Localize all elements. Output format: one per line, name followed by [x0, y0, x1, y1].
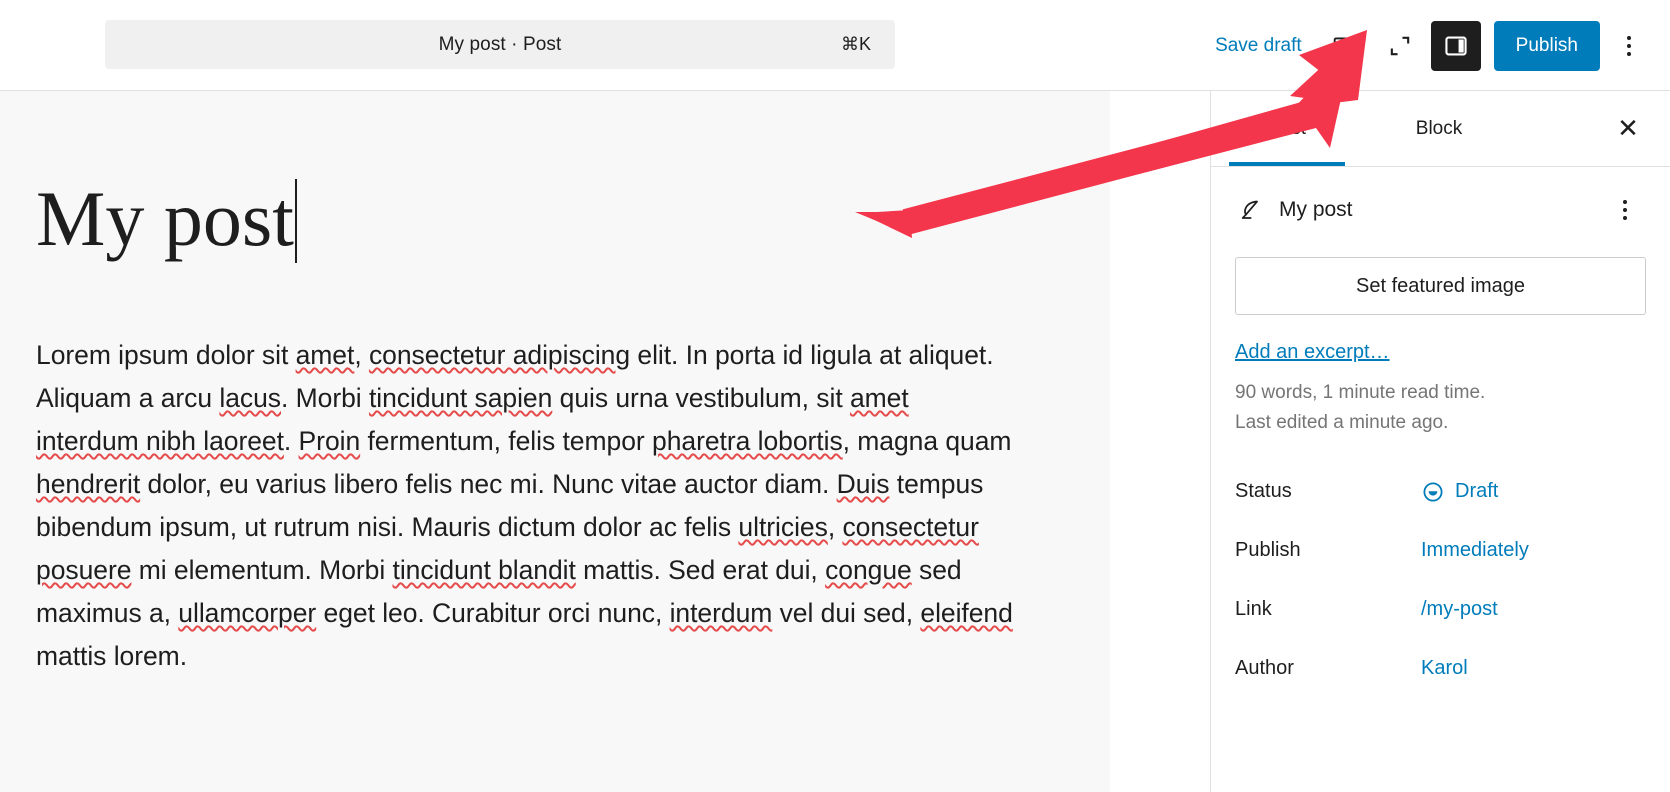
paragraph-text: mattis lorem. — [36, 641, 188, 671]
misspelled-word: tincidunt blandit — [392, 555, 576, 585]
meta-row-publish: Publish Immediately — [1211, 521, 1670, 580]
post-title-field[interactable]: My post — [36, 179, 297, 263]
misspelled-word: lacus — [219, 383, 281, 413]
sidebar-post-summary: My post — [1211, 167, 1670, 245]
paragraph-text: fermentum, felis tempor — [360, 426, 652, 456]
settings-sidebar-icon[interactable] — [1430, 20, 1481, 71]
command-palette-bar[interactable]: My post · Post ⌘K — [105, 20, 895, 69]
misspelled-word: Proin — [298, 426, 361, 456]
paragraph-text: . Morbi — [281, 383, 369, 413]
misspelled-word: interdum — [669, 598, 773, 628]
word-count-note: 90 words, 1 minute read time. — [1235, 382, 1486, 403]
meta-row-link: Link /my-post — [1211, 580, 1670, 639]
save-draft-button[interactable]: Save draft — [1201, 25, 1316, 67]
add-excerpt-link[interactable]: Add an excerpt… — [1235, 341, 1390, 364]
wordpress-block-editor: My post · Post ⌘K Save draft Publish My … — [0, 0, 1670, 792]
meta-value-status-text: Draft — [1455, 480, 1499, 502]
draft-status-icon — [1421, 480, 1445, 504]
misspelled-word: pharetra lobortis — [652, 426, 843, 456]
paragraph-text: mattis. Sed erat dui, — [575, 555, 826, 585]
post-title-text: My post — [36, 175, 294, 262]
meta-row-author: Author Karol — [1211, 639, 1670, 698]
settings-sidebar: Post Block ✕ My post Set featured image … — [1210, 91, 1670, 792]
editor-canvas: My post Lorem ipsum dolor sit amet, cons… — [0, 91, 1110, 792]
meta-key-publish: Publish — [1235, 539, 1301, 561]
tab-block[interactable]: Block — [1363, 91, 1515, 166]
misspelled-word: ultricies — [738, 512, 828, 542]
paragraph-text: , — [827, 512, 843, 542]
meta-key-status: Status — [1235, 480, 1292, 502]
last-edited-note: Last edited a minute ago. — [1235, 412, 1449, 433]
text-caret — [294, 179, 297, 263]
misspelled-word: amet — [295, 340, 355, 370]
paragraph-text: quis urna vestibulum, sit — [552, 383, 850, 413]
sidebar-tabs: Post Block ✕ — [1211, 91, 1670, 167]
misspelled-word: ullamcorper — [178, 598, 317, 628]
paragraph-text: . — [283, 426, 299, 456]
post-actions-more-icon[interactable] — [1602, 185, 1648, 235]
publish-button[interactable]: Publish — [1493, 20, 1600, 71]
paragraph-text: , magna quam — [842, 426, 1012, 456]
more-options-icon[interactable] — [1606, 21, 1652, 71]
post-paragraph-block[interactable]: Lorem ipsum dolor sit amet, consectetur … — [36, 334, 1014, 678]
paragraph-text: Lorem ipsum dolor sit — [36, 340, 296, 370]
meta-value-status[interactable]: Draft — [1421, 480, 1498, 504]
misspelled-word: hendrerit — [36, 469, 141, 499]
close-icon[interactable]: ✕ — [1604, 104, 1652, 152]
desktop-preview-icon[interactable] — [1319, 21, 1369, 71]
sidebar-post-name: My post — [1279, 198, 1353, 221]
misspelled-word: Duis — [836, 469, 890, 499]
paragraph-text: , — [354, 340, 369, 370]
meta-key-author: Author — [1235, 657, 1294, 679]
paragraph-text: mi elementum. Morbi — [131, 555, 393, 585]
paragraph-text: dolor, eu varius libero felis nec mi. Nu… — [140, 469, 837, 499]
meta-value-publish[interactable]: Immediately — [1421, 539, 1529, 562]
tab-post[interactable]: Post — [1211, 91, 1363, 166]
meta-value-link[interactable]: /my-post — [1421, 598, 1498, 621]
misspelled-word: tincidunt sapien — [368, 383, 553, 413]
post-meta-list: Status Draft Publish Immediately Link /m… — [1211, 462, 1670, 698]
misspelled-word: consectetur adipiscing — [368, 340, 631, 370]
meta-value-author[interactable]: Karol — [1421, 657, 1468, 680]
editor-header: My post · Post ⌘K Save draft Publish — [0, 0, 1670, 91]
set-featured-image-button[interactable]: Set featured image — [1235, 257, 1646, 315]
command-palette-shortcut: ⌘K — [840, 34, 871, 54]
zoom-out-icon[interactable] — [1375, 21, 1425, 71]
quill-icon — [1235, 195, 1265, 225]
command-palette-label: My post · Post — [438, 33, 562, 55]
header-actions: Save draft Publish — [1201, 0, 1652, 91]
meta-key-link: Link — [1235, 598, 1272, 620]
misspelled-word: congue — [825, 555, 912, 585]
paragraph-text: eget leo. Curabitur orci nunc, — [316, 598, 670, 628]
misspelled-word: eleifend — [920, 598, 1013, 628]
paragraph-text: vel dui sed, — [772, 598, 921, 628]
meta-row-status: Status Draft — [1211, 462, 1670, 521]
